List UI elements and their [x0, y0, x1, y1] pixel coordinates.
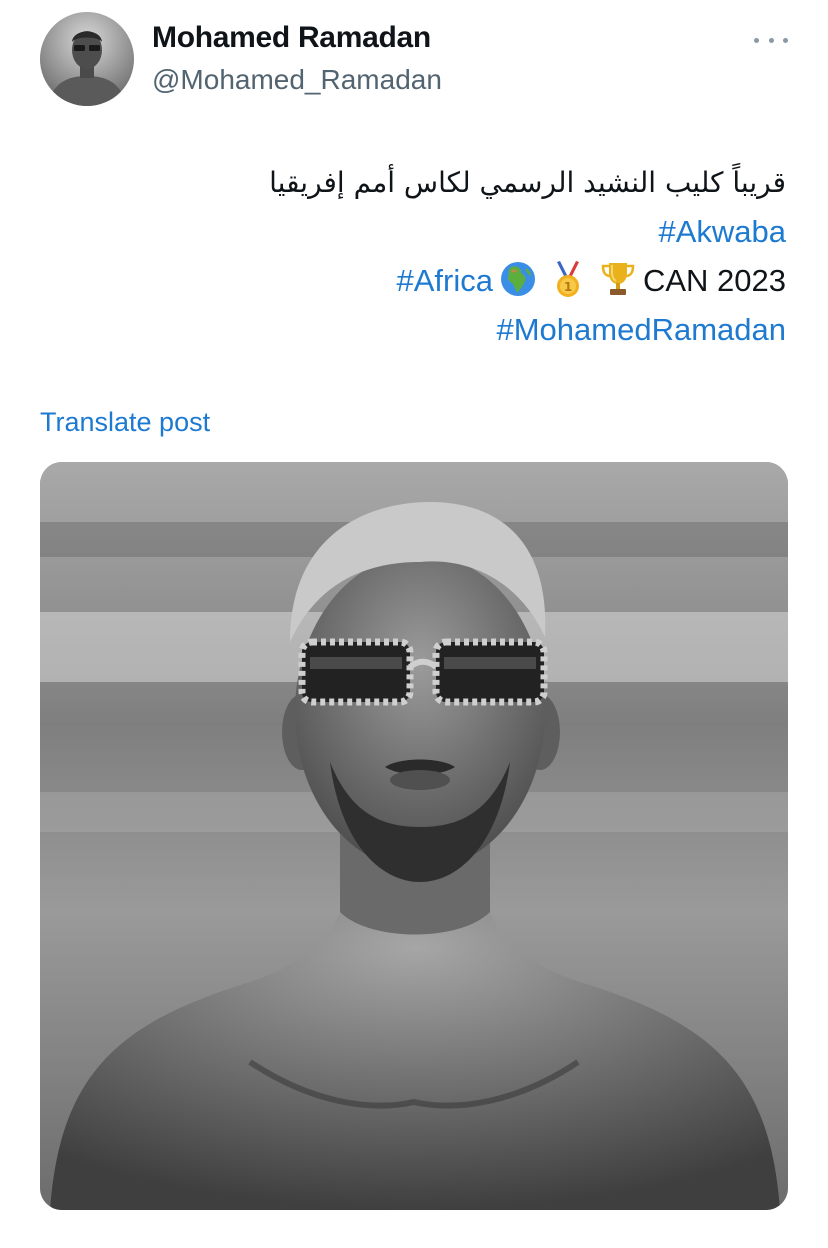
hashtag-akwaba[interactable]: #Akwaba — [658, 214, 786, 249]
post-author: Mohamed Ramadan @Mohamed_Ramadan — [152, 20, 442, 98]
post-can-text: CAN 2023 — [642, 263, 786, 298]
trophy-icon — [598, 259, 638, 299]
more-options-button[interactable] — [754, 30, 788, 50]
post-image[interactable] — [40, 462, 788, 1210]
globe-africa-icon — [498, 259, 538, 299]
svg-text:1: 1 — [564, 280, 572, 294]
post-line-africa: #Africa 1 CAN 2023 — [269, 256, 786, 305]
post-text: قريباً كليب النشيد الرسمي لكاس أمم إفريق… — [269, 158, 786, 354]
hashtag-africa[interactable]: #Africa — [396, 263, 492, 298]
more-dot-icon — [768, 37, 774, 43]
translate-post-link[interactable]: Translate post — [40, 405, 210, 439]
author-handle[interactable]: @Mohamed_Ramadan — [152, 62, 442, 98]
post-arabic-text: قريباً كليب النشيد الرسمي لكاس أمم إفريق… — [269, 166, 786, 199]
hashtag-mohamed-ramadan[interactable]: #MohamedRamadan — [496, 312, 786, 347]
more-dot-icon — [783, 37, 788, 43]
author-display-name[interactable]: Mohamed Ramadan — [152, 20, 442, 56]
avatar[interactable] — [40, 12, 134, 106]
gold-medal-icon: 1 — [548, 259, 588, 299]
more-dot-icon — [754, 37, 759, 43]
